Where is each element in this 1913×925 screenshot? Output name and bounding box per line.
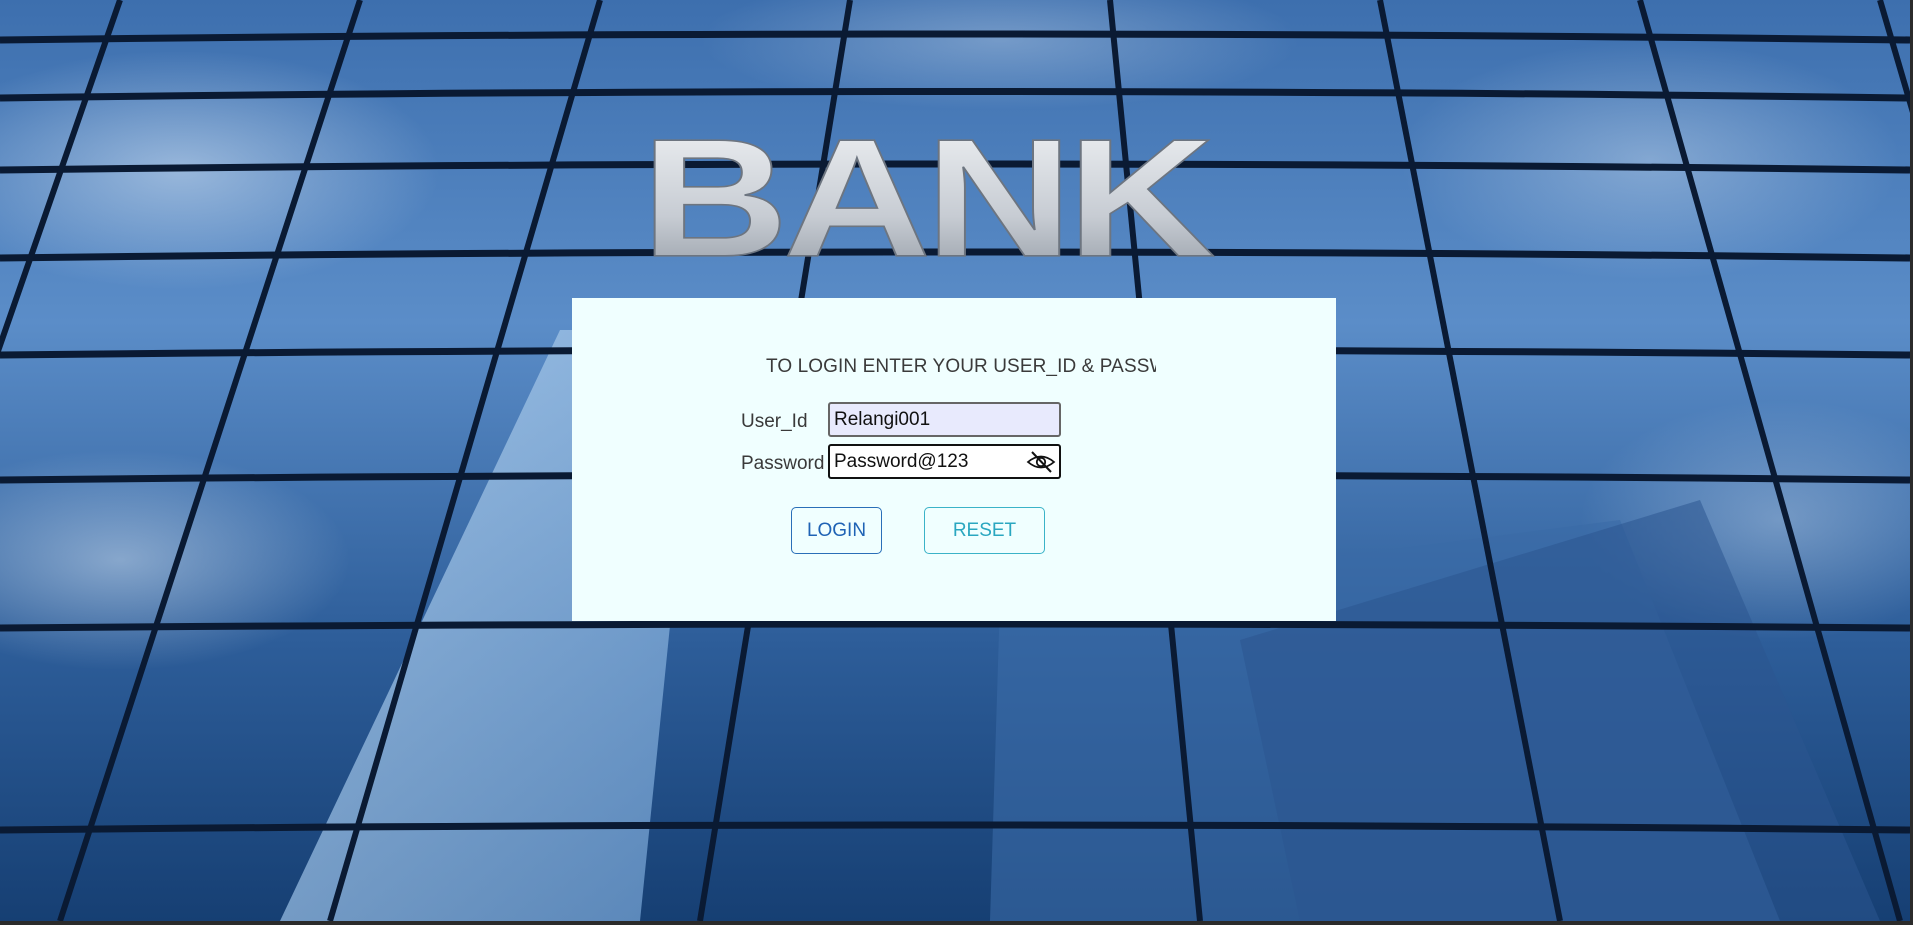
- login-card: TO LOGIN ENTER YOUR USER_ID & PASSWORD U…: [572, 298, 1336, 621]
- login-screen: BANK TO LOGIN ENTER YOUR USER_ID & PASSW…: [0, 0, 1910, 921]
- eye-slash-icon[interactable]: [1025, 448, 1057, 476]
- login-instruction-title: TO LOGIN ENTER YOUR USER_ID & PASSWORD: [766, 356, 1156, 377]
- password-label: Password: [741, 453, 825, 474]
- user-id-input[interactable]: [828, 402, 1061, 437]
- login-button[interactable]: LOGIN: [791, 507, 882, 554]
- bank-sign: BANK: [641, 103, 1214, 291]
- user-id-label: User_Id: [741, 411, 808, 432]
- reset-button[interactable]: RESET: [924, 507, 1045, 554]
